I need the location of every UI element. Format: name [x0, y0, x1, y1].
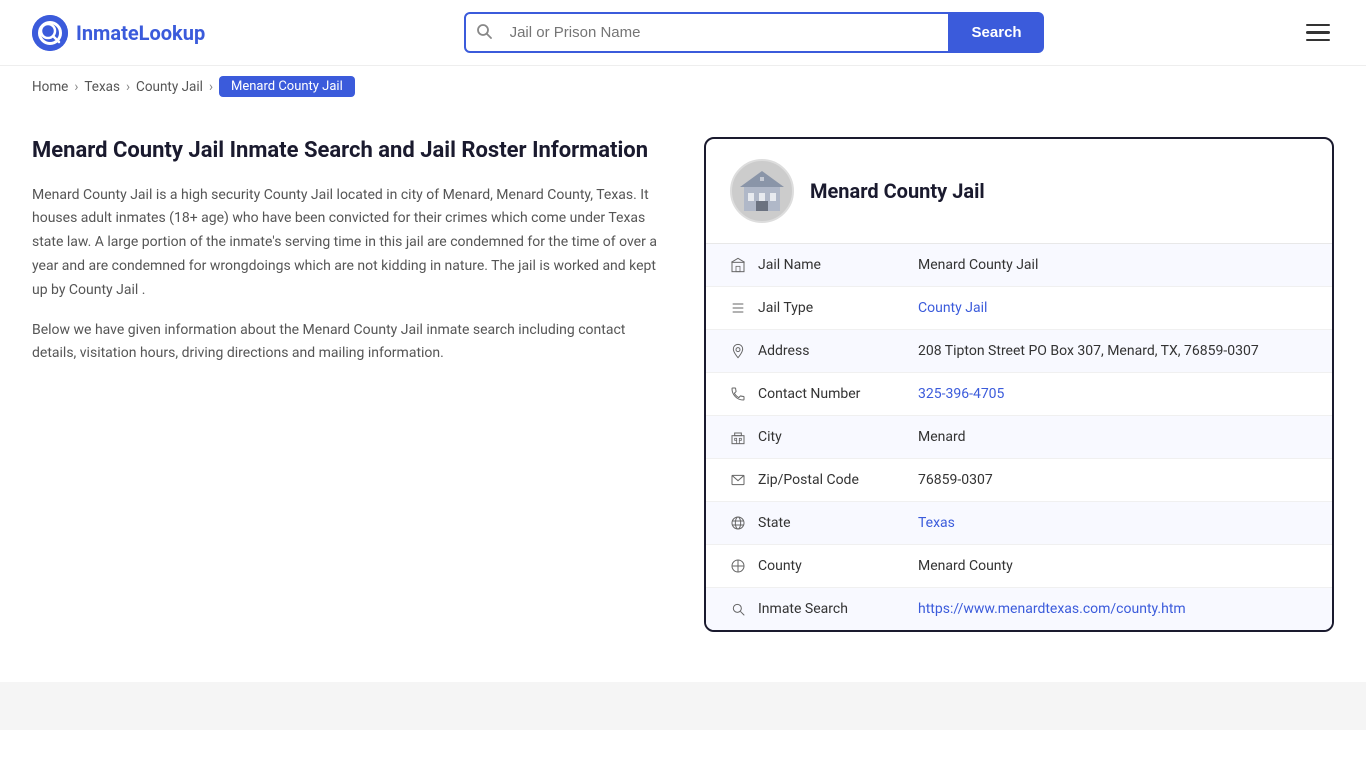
row-label: Contact Number	[758, 386, 918, 402]
zip-icon	[730, 472, 758, 488]
page-title: Menard County Jail Inmate Search and Jai…	[32, 137, 672, 166]
globe-icon	[730, 515, 758, 531]
search-input[interactable]	[502, 14, 948, 51]
logo[interactable]: InmateLookup	[32, 15, 205, 51]
left-panel: Menard County Jail Inmate Search and Jai…	[32, 137, 672, 382]
row-label: Inmate Search	[758, 601, 918, 617]
row-label: City	[758, 429, 918, 445]
row-value[interactable]: https://www.menardtexas.com/county.htm	[918, 601, 1308, 617]
table-row: Zip/Postal Code76859-0307	[706, 459, 1332, 502]
row-label: Jail Name	[758, 257, 918, 273]
row-link[interactable]: County Jail	[918, 300, 987, 316]
row-link[interactable]: Texas	[918, 515, 955, 531]
header: InmateLookup Search	[0, 0, 1366, 66]
menu-line-3	[1306, 39, 1330, 42]
breadcrumb-sep-3: ›	[209, 79, 213, 95]
breadcrumb-sep-2: ›	[126, 79, 130, 95]
search-button[interactable]: Search	[950, 12, 1044, 53]
table-row: Inmate Searchhttps://www.menardtexas.com…	[706, 588, 1332, 630]
row-label: County	[758, 558, 918, 574]
logo-text: InmateLookup	[76, 21, 205, 45]
row-value: Menard County	[918, 558, 1308, 574]
table-row: Jail NameMenard County Jail	[706, 244, 1332, 287]
jail-icon	[730, 257, 758, 273]
row-value: 76859-0307	[918, 472, 1308, 488]
row-label: State	[758, 515, 918, 531]
row-link[interactable]: https://www.menardtexas.com/county.htm	[918, 601, 1186, 617]
row-value[interactable]: 325-396-4705	[918, 386, 1308, 402]
city-icon	[730, 429, 758, 445]
menu-button[interactable]	[1302, 20, 1334, 46]
search-box	[464, 12, 950, 53]
table-row: StateTexas	[706, 502, 1332, 545]
footer-area	[0, 682, 1366, 730]
header-search-area: Search	[464, 12, 1044, 53]
main-content: Menard County Jail Inmate Search and Jai…	[0, 107, 1366, 662]
breadcrumb-sep-1: ›	[74, 79, 78, 95]
row-label: Jail Type	[758, 300, 918, 316]
table-row: CityMenard	[706, 416, 1332, 459]
search-icon	[466, 23, 502, 43]
row-label: Zip/Postal Code	[758, 472, 918, 488]
breadcrumb-home[interactable]: Home	[32, 79, 68, 95]
row-value: Menard County Jail	[918, 257, 1308, 273]
breadcrumb-county-jail[interactable]: County Jail	[136, 79, 203, 95]
table-row: Address208 Tipton Street PO Box 307, Men…	[706, 330, 1332, 373]
table-row: Jail TypeCounty Jail	[706, 287, 1332, 330]
row-value[interactable]: County Jail	[918, 300, 1308, 316]
row-value: Menard	[918, 429, 1308, 445]
county-icon	[730, 558, 758, 574]
breadcrumb-texas[interactable]: Texas	[84, 79, 120, 95]
row-label: Address	[758, 343, 918, 359]
table-row: Contact Number325-396-4705	[706, 373, 1332, 416]
row-link[interactable]: 325-396-4705	[918, 386, 1004, 402]
jail-avatar	[730, 159, 794, 223]
table-row: CountyMenard County	[706, 545, 1332, 588]
search-icon	[730, 601, 758, 617]
info-table: Jail NameMenard County JailJail TypeCoun…	[706, 244, 1332, 630]
phone-icon	[730, 386, 758, 402]
row-value: 208 Tipton Street PO Box 307, Menard, TX…	[918, 343, 1308, 359]
menu-line-1	[1306, 24, 1330, 27]
breadcrumb-current: Menard County Jail	[219, 76, 355, 97]
logo-icon	[32, 15, 68, 51]
card-header: Menard County Jail	[706, 139, 1332, 244]
card-jail-name: Menard County Jail	[810, 179, 985, 203]
row-value[interactable]: Texas	[918, 515, 1308, 531]
list-icon	[730, 300, 758, 316]
description-2: Below we have given information about th…	[32, 319, 672, 367]
menu-line-2	[1306, 31, 1330, 34]
description-1: Menard County Jail is a high security Co…	[32, 184, 672, 303]
jail-info-card: Menard County Jail Jail NameMenard Count…	[704, 137, 1334, 632]
breadcrumb: Home › Texas › County Jail › Menard Coun…	[0, 66, 1366, 107]
location-icon	[730, 343, 758, 359]
